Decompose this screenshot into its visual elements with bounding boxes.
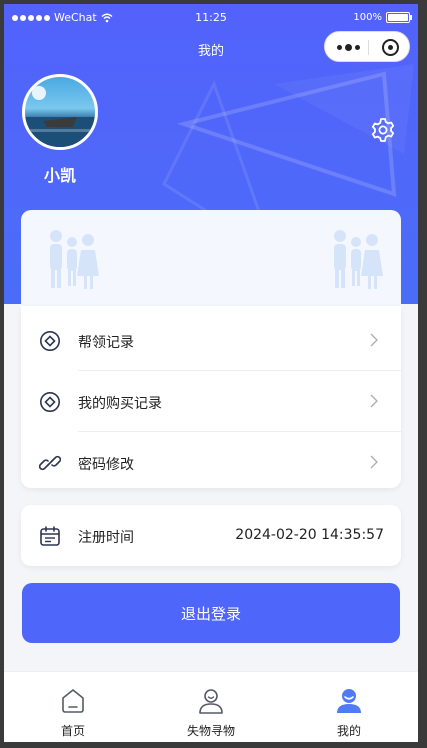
settings-gear-icon[interactable] xyxy=(370,117,396,143)
more-icon[interactable] xyxy=(337,44,360,51)
tab-label: 我的 xyxy=(336,724,361,738)
home-icon xyxy=(62,689,84,713)
capsule-divider xyxy=(368,40,369,55)
logout-button[interactable]: 退出登录 xyxy=(22,583,400,643)
decorative-banner-card xyxy=(21,210,401,308)
mini-program-capsule xyxy=(324,31,410,62)
registration-value: 2024-02-20 14:35:57 xyxy=(235,527,384,543)
battery-indicator: 100% xyxy=(353,12,412,23)
registration-label: 注册时间 xyxy=(78,530,134,546)
username: 小凯 xyxy=(43,166,76,185)
menu-item-label: 我的购买记录 xyxy=(78,396,162,412)
menu-item-help-records[interactable]: 帮领记录 xyxy=(21,310,401,370)
chevron-right-icon xyxy=(370,333,378,347)
registration-time-card: 注册时间 2024-02-20 14:35:57 xyxy=(21,505,401,566)
tab-mine[interactable]: 我的 xyxy=(280,672,418,742)
diamond-circle-icon xyxy=(40,331,60,351)
chevron-right-icon xyxy=(370,455,378,469)
tab-label: 失物寻物 xyxy=(186,724,235,738)
menu-item-label: 帮领记录 xyxy=(78,335,134,351)
bottom-tab-bar: 首页 失物寻物 我的 xyxy=(4,671,418,742)
avatar-boat-image xyxy=(25,86,95,147)
battery-percent: 100% xyxy=(353,12,382,23)
tab-lost-and-found[interactable]: 失物寻物 xyxy=(142,672,280,742)
user-filled-icon xyxy=(337,689,361,713)
phone-screen: WeChat 11:25 100% 我的 小凯 帮领记录 我的购买记录 密码修改… xyxy=(4,4,418,742)
battery-icon xyxy=(386,12,412,23)
calendar-icon xyxy=(40,526,60,546)
tab-home[interactable]: 首页 xyxy=(4,672,142,742)
status-bar: WeChat 11:25 100% xyxy=(4,4,418,32)
menu-item-change-password[interactable]: 密码修改 xyxy=(21,432,401,492)
menu-card: 帮领记录 我的购买记录 密码修改 xyxy=(21,306,401,488)
diamond-circle-icon xyxy=(40,392,60,412)
menu-item-purchase-records[interactable]: 我的购买记录 xyxy=(21,371,401,431)
person-smile-icon xyxy=(199,689,223,714)
chevron-right-icon xyxy=(370,394,378,408)
close-circle-icon[interactable] xyxy=(382,39,399,56)
family-illustration-icon xyxy=(334,230,383,289)
avatar[interactable] xyxy=(22,74,98,150)
link-icon xyxy=(39,455,61,471)
tab-label: 首页 xyxy=(60,724,85,738)
menu-item-label: 密码修改 xyxy=(78,457,134,473)
family-illustration-icon xyxy=(50,230,99,289)
